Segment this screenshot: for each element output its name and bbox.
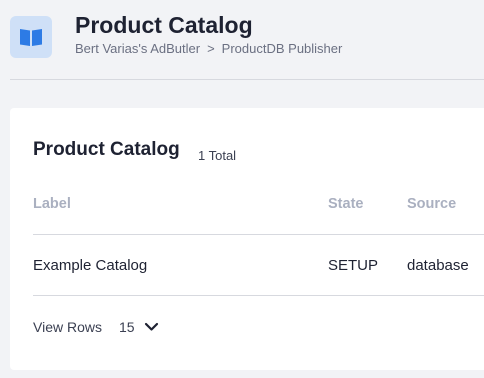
total-count: 1 Total [198, 148, 237, 163]
cell-source: database [407, 257, 469, 274]
chevron-down-icon [144, 322, 159, 332]
card-title: Product Catalog [33, 139, 180, 160]
column-header-state[interactable]: State [328, 196, 363, 212]
breadcrumb-item-account[interactable]: Bert Varias's AdButler [75, 41, 200, 56]
column-header-label[interactable]: Label [33, 196, 71, 212]
view-rows-label: View Rows [33, 319, 102, 335]
rows-per-page-select[interactable]: 15 [119, 316, 159, 338]
breadcrumb-item-publisher[interactable]: ProductDB Publisher [222, 41, 343, 56]
header-divider [10, 79, 484, 80]
page: Product Catalog Bert Varias's AdButler > P… [0, 0, 484, 378]
book-icon [20, 29, 42, 46]
breadcrumb: Bert Varias's AdButler > ProductDB Publish… [75, 41, 342, 56]
page-header: Product Catalog Bert Varias's AdButler > P… [0, 0, 484, 80]
cell-state: SETUP [328, 257, 379, 274]
table-header-divider [33, 234, 484, 235]
breadcrumb-separator: > [207, 41, 215, 56]
page-title: Product Catalog [75, 12, 253, 38]
table-row-divider [33, 295, 484, 296]
catalog-card: Product Catalog 1 Total Label State Sour… [10, 108, 484, 370]
column-header-source[interactable]: Source [407, 196, 456, 212]
cell-label[interactable]: Example Catalog [33, 257, 147, 274]
rows-per-page-value: 15 [119, 319, 135, 335]
catalog-app-icon [10, 16, 52, 58]
